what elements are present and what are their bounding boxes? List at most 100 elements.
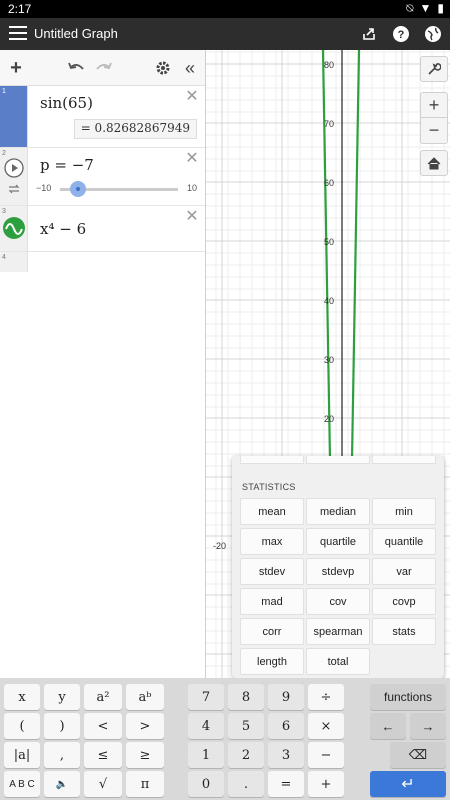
zoom-out-icon[interactable]: − xyxy=(420,118,448,144)
share-icon[interactable] xyxy=(358,23,380,45)
key-close-paren[interactable]: ) xyxy=(44,713,80,739)
wifi-icon: ▼ xyxy=(419,1,432,15)
key-plus[interactable]: + xyxy=(308,771,344,797)
globe-icon[interactable] xyxy=(422,23,444,45)
speaker-icon[interactable]: 🔈 xyxy=(44,771,80,797)
function-button[interactable]: cov xyxy=(306,588,370,615)
zoom-in-icon[interactable]: + xyxy=(420,92,448,118)
key-6[interactable]: 6 xyxy=(268,713,304,739)
y-tick-label: 50 xyxy=(324,237,334,247)
delete-expression-icon[interactable]: ✕ xyxy=(185,89,199,105)
function-button[interactable]: length xyxy=(240,648,304,675)
key-open-paren[interactable]: ( xyxy=(4,713,40,739)
add-expression-icon[interactable]: + xyxy=(4,56,28,80)
function-button[interactable]: var xyxy=(372,558,436,585)
key-1[interactable]: 1 xyxy=(188,742,224,768)
expression-gutter: 3 xyxy=(0,206,28,251)
key-right-arrow[interactable]: → xyxy=(410,713,446,739)
key-comma[interactable]: , xyxy=(44,742,80,768)
key-pi[interactable]: π xyxy=(126,771,164,797)
function-button[interactable]: spearman xyxy=(306,618,370,645)
function-button[interactable]: stdev xyxy=(240,558,304,585)
key-8[interactable]: 8 xyxy=(228,684,264,710)
expression-panel: + « 1 sin(65) ✕ = 0.82682867949 2 p = −7… xyxy=(0,50,206,678)
key-3[interactable]: 3 xyxy=(268,742,304,768)
key-9[interactable]: 9 xyxy=(268,684,304,710)
y-tick-label: 60 xyxy=(324,178,334,188)
key-y[interactable]: y xyxy=(44,684,80,710)
key-less-equal[interactable]: ≤ xyxy=(84,742,122,768)
key-5[interactable]: 5 xyxy=(228,713,264,739)
key-2[interactable]: 2 xyxy=(228,742,264,768)
key-minus[interactable]: − xyxy=(308,742,344,768)
expression-number: 4 xyxy=(2,254,6,261)
function-button[interactable]: median xyxy=(306,498,370,525)
key-multiply[interactable]: × xyxy=(308,713,344,739)
status-bar: 2:17 ⍉ ▼ ▮ xyxy=(0,0,450,18)
function-button[interactable]: stdevp xyxy=(306,558,370,585)
key-abc[interactable]: A B C xyxy=(4,771,40,797)
expression-row-empty[interactable]: 4 xyxy=(0,252,205,272)
function-button[interactable]: corr xyxy=(240,618,304,645)
function-button[interactable]: quartile xyxy=(306,528,370,555)
menu-icon[interactable] xyxy=(6,22,30,46)
expression-number: 3 xyxy=(2,208,6,215)
backspace-icon[interactable]: ⌫ xyxy=(390,742,446,768)
expression-text[interactable]: sin(65) xyxy=(40,94,93,112)
expression-gutter: 4 xyxy=(0,252,28,272)
y-tick-label: 80 xyxy=(324,60,334,70)
key-greater-than[interactable]: > xyxy=(126,713,164,739)
function-button[interactable]: stats xyxy=(372,618,436,645)
play-icon[interactable] xyxy=(4,158,24,178)
function-button[interactable]: min xyxy=(372,498,436,525)
enter-icon[interactable]: ↵ xyxy=(370,771,446,797)
expression-row[interactable]: 2 p = −7 ✕ −10 10 xyxy=(0,148,205,206)
key-decimal[interactable]: . xyxy=(228,771,264,797)
delete-expression-icon[interactable]: ✕ xyxy=(185,151,199,167)
redo-icon[interactable] xyxy=(92,56,116,80)
expression-text[interactable]: x⁴ − 6 xyxy=(40,220,86,238)
settings-icon[interactable] xyxy=(151,56,175,80)
key-x[interactable]: x xyxy=(4,684,40,710)
key-left-arrow[interactable]: ← xyxy=(370,713,406,739)
key-4[interactable]: 4 xyxy=(188,713,224,739)
key-sqrt[interactable]: √ xyxy=(84,771,122,797)
function-button[interactable]: mad xyxy=(240,588,304,615)
function-button[interactable]: total xyxy=(306,648,370,675)
expression-number: 2 xyxy=(2,150,6,157)
key-divide[interactable]: ÷ xyxy=(308,684,344,710)
math-keyboard: x y a² aᵇ 7 8 9 ÷ functions ( ) < > 4 5 … xyxy=(0,678,450,800)
key-equals[interactable]: = xyxy=(268,771,304,797)
notification-off-icon: ⍉ xyxy=(406,1,414,15)
function-button[interactable]: max xyxy=(240,528,304,555)
wrench-icon[interactable] xyxy=(420,56,448,82)
graph-title: Untitled Graph xyxy=(34,26,118,41)
key-squared[interactable]: a² xyxy=(84,684,122,710)
functions-button[interactable]: functions xyxy=(370,684,446,710)
function-button[interactable]: quantile xyxy=(372,528,436,555)
function-button[interactable]: mean xyxy=(240,498,304,525)
slider-max[interactable]: 10 xyxy=(187,183,197,193)
key-0[interactable]: 0 xyxy=(188,771,224,797)
expression-text[interactable]: p = −7 xyxy=(40,156,94,174)
slider-min[interactable]: −10 xyxy=(36,183,51,193)
function-button[interactable]: covp xyxy=(372,588,436,615)
y-tick-label: 40 xyxy=(324,296,334,306)
loop-icon[interactable] xyxy=(7,184,21,194)
home-icon[interactable] xyxy=(420,150,448,176)
delete-expression-icon[interactable]: ✕ xyxy=(185,209,199,225)
key-7[interactable]: 7 xyxy=(188,684,224,710)
key-abs[interactable]: |a| xyxy=(4,742,40,768)
slider-thumb[interactable] xyxy=(70,181,86,197)
key-power[interactable]: aᵇ xyxy=(126,684,164,710)
key-less-than[interactable]: < xyxy=(84,713,122,739)
curve-color-icon[interactable] xyxy=(2,216,26,240)
expression-row[interactable]: 1 sin(65) ✕ = 0.82682867949 xyxy=(0,86,205,148)
expression-result: = 0.82682867949 xyxy=(73,119,197,139)
collapse-panel-icon[interactable]: « xyxy=(178,56,202,80)
undo-icon[interactable] xyxy=(64,56,88,80)
expression-row[interactable]: 3 x⁴ − 6 ✕ xyxy=(0,206,205,252)
key-greater-equal[interactable]: ≥ xyxy=(126,742,164,768)
battery-icon: ▮ xyxy=(437,1,444,15)
help-icon[interactable]: ? xyxy=(390,23,412,45)
